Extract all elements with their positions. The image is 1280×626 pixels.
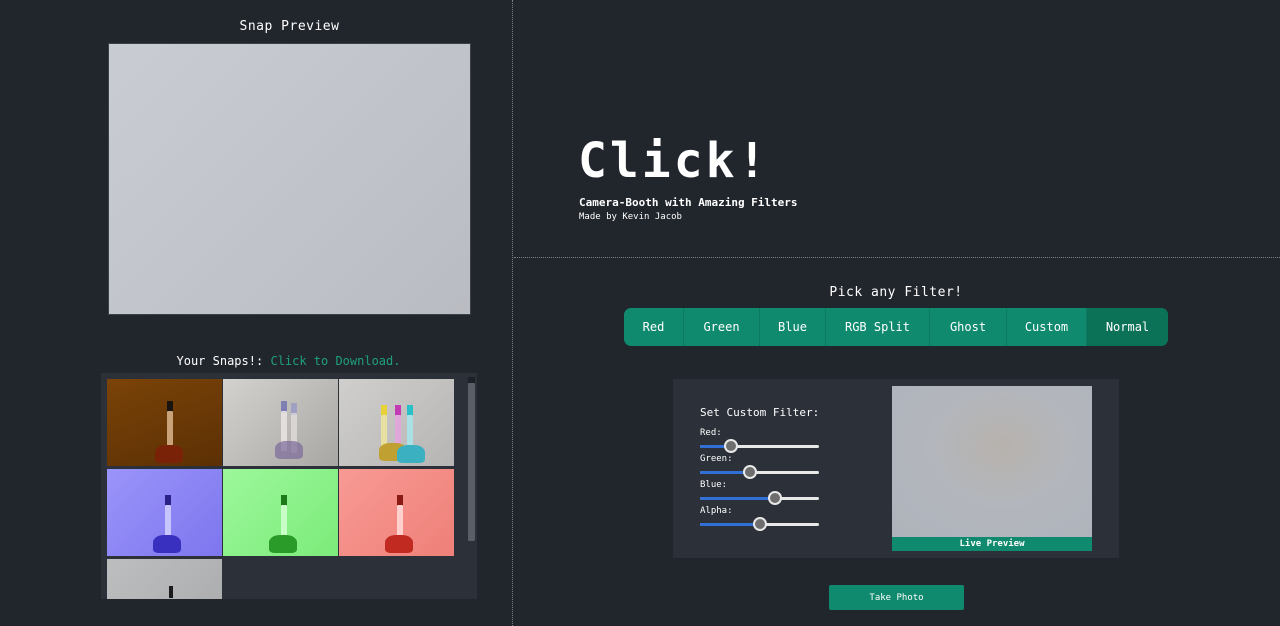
- live-preview-label: Live Preview: [892, 537, 1092, 551]
- app-title: Click!: [578, 133, 770, 189]
- app-subtitle: Camera-Booth with Amazing Filters: [579, 196, 798, 209]
- slider-green[interactable]: [700, 465, 819, 479]
- slider-label-alpha: Alpha:: [700, 506, 733, 516]
- filter-button-green[interactable]: Green: [684, 308, 760, 346]
- snap-thumbnail-rgb-split[interactable]: [339, 379, 454, 466]
- snap-thumbnail-normal[interactable]: [107, 559, 222, 599]
- app-author: Made by Kevin Jacob: [579, 212, 682, 222]
- snap-preview-title: Snap Preview: [239, 19, 340, 34]
- snap-thumbnail-orange[interactable]: [107, 379, 222, 466]
- snap-thumbnail-ghost[interactable]: [223, 379, 338, 466]
- slider-red[interactable]: [700, 439, 819, 453]
- live-preview-video: [892, 386, 1092, 537]
- slider-blue[interactable]: [700, 491, 819, 505]
- horizontal-divider: [514, 257, 1280, 258]
- snaps-title-label: Your Snaps!:: [176, 354, 264, 368]
- snap-preview-image: [108, 43, 471, 315]
- snaps-title: Your Snaps!: Click to Download.: [101, 354, 476, 368]
- slider-red-knob[interactable]: [723, 439, 738, 453]
- filter-button-rgb-split[interactable]: RGB Split: [826, 308, 930, 346]
- download-hint: Click to Download.: [270, 354, 401, 368]
- custom-filter-title: Set Custom Filter:: [700, 406, 820, 419]
- slider-label-red: Red:: [700, 428, 722, 438]
- app-root: Snap Preview Your Snaps!: Click to Downl…: [0, 0, 1280, 626]
- slider-label-green: Green:: [700, 454, 733, 464]
- slider-green-knob[interactable]: [742, 465, 757, 479]
- slider-blue-knob[interactable]: [767, 491, 782, 505]
- vertical-divider: [512, 0, 513, 626]
- slider-alpha-knob[interactable]: [752, 517, 767, 531]
- snap-thumbnail-red[interactable]: [339, 469, 454, 556]
- take-photo-button[interactable]: Take Photo: [829, 585, 964, 610]
- filter-button-blue[interactable]: Blue: [760, 308, 826, 346]
- snaps-gallery[interactable]: [101, 373, 477, 599]
- filter-bar: Red Green Blue RGB Split Ghost Custom No…: [624, 308, 1168, 346]
- filter-button-red[interactable]: Red: [624, 308, 684, 346]
- filter-button-ghost[interactable]: Ghost: [930, 308, 1007, 346]
- snap-thumbnail-blue[interactable]: [107, 469, 222, 556]
- gallery-scrollbar-thumb[interactable]: [468, 383, 475, 541]
- slider-blue-fill: [700, 497, 775, 500]
- filter-button-custom[interactable]: Custom: [1007, 308, 1087, 346]
- slider-label-blue: Blue:: [700, 480, 728, 490]
- slider-alpha-fill: [700, 523, 760, 526]
- filter-picker-title: Pick any Filter!: [829, 285, 963, 300]
- slider-alpha[interactable]: [700, 517, 819, 531]
- filter-button-normal[interactable]: Normal: [1087, 308, 1168, 346]
- snap-thumbnail-green[interactable]: [223, 469, 338, 556]
